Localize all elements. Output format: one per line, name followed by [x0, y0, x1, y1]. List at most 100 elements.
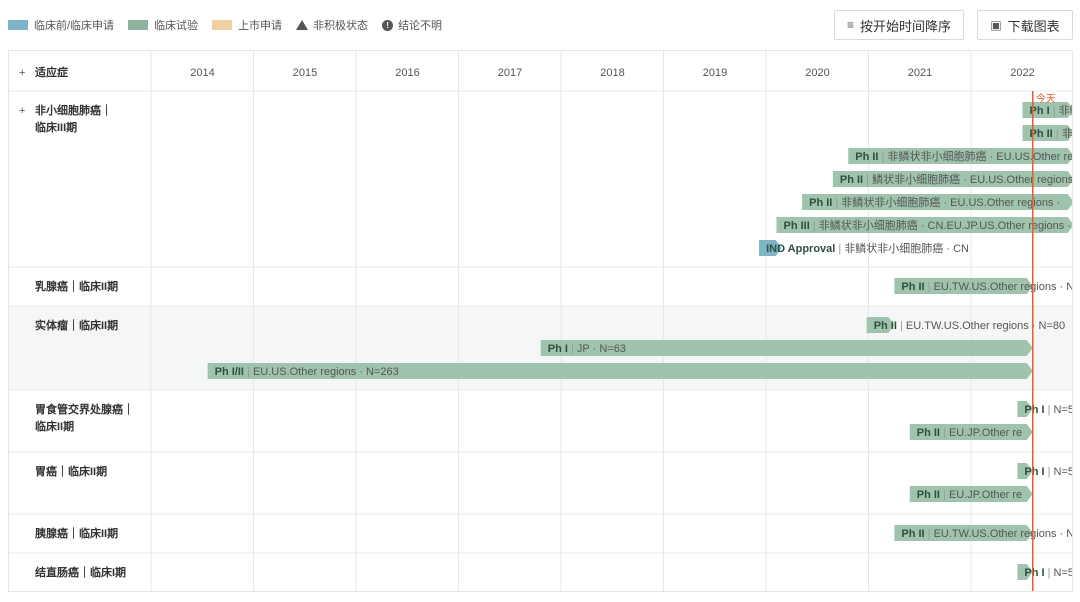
- row-indication-label: 乳腺癌｜临床II期: [35, 279, 118, 293]
- bar-separator: |: [1053, 128, 1062, 140]
- bar-label: Ph II | 非鳞状非小细胞肺癌 · EU.US.Other re: [855, 149, 1073, 163]
- bar-detail: EU.US.Other regions · N=263: [253, 366, 399, 378]
- year-tick-label: 2020: [805, 67, 829, 79]
- year-tick-label: 2015: [293, 67, 317, 79]
- bar-detail: N=5: [1054, 466, 1073, 478]
- bar-detail: EU.TW.US.Other regions · N=80: [906, 320, 1065, 332]
- download-chart-button[interactable]: ▣ 下载图表: [977, 10, 1073, 40]
- bar-separator: |: [863, 174, 872, 186]
- bar-detail: EU.JP.Other re: [949, 489, 1022, 501]
- gantt-chart-container[interactable]: + 适应症 2014 2015 2016 2017 2018 2019 2020 2021 2022…: [8, 50, 1073, 592]
- bar-separator: |: [940, 427, 949, 439]
- bar-detail: 鳞状非小细胞肺癌 · EU.US.Other regions: [872, 172, 1073, 186]
- bar-phase: Ph II: [917, 489, 940, 501]
- bar-label: Ph II | EU.TW.US.Other regions · N: [901, 528, 1073, 540]
- bar-detail: 非鳞状非小细胞肺癌 · EU.US.Other re: [887, 149, 1073, 163]
- bar-phase: Ph II: [874, 320, 897, 332]
- bar-phase: Ph III: [784, 220, 810, 232]
- bar-label: Ph I | N=5: [1024, 404, 1073, 416]
- bar-phase: Ph II: [901, 528, 924, 540]
- header-expand-icon: +: [19, 67, 25, 79]
- bar-separator: |: [897, 320, 906, 332]
- bar-separator: |: [925, 528, 934, 540]
- bar-separator: |: [1045, 404, 1054, 416]
- year-tick-label: 2019: [703, 67, 727, 79]
- bar-detail: 非鳞状非小细胞肺癌 · CN: [844, 241, 969, 255]
- year-tick-label: 2017: [498, 67, 522, 79]
- row-expand-icon: +: [19, 105, 25, 117]
- bar-label: Ph II | EU.JP.Other re: [917, 427, 1022, 439]
- gantt-chart: + 适应症 2014 2015 2016 2017 2018 2019 2020 2021 2022…: [9, 51, 1074, 591]
- bar-phase: IND Approval: [766, 243, 835, 255]
- chart-image-icon: ▣: [990, 18, 1002, 32]
- bar-label: Ph II | 鳞状非小细胞肺癌 · EU.US.Other regions: [840, 172, 1073, 186]
- bar-separator: |: [1050, 105, 1059, 117]
- year-tick-label: 2018: [600, 67, 624, 79]
- legend-swatch: [128, 20, 149, 30]
- legend-item: 上市申请: [212, 17, 282, 33]
- row-indication-label: 实体瘤｜临床II期: [35, 318, 118, 332]
- bar-phase: Ph II: [809, 197, 832, 209]
- sort-by-start-time-button[interactable]: ≡ 按开始时间降序: [834, 10, 964, 40]
- year-tick-label: 2016: [395, 67, 419, 79]
- chart-legend: 临床前/临床申请 临床试验 上市申请 非积极状态! 结论不明: [8, 17, 456, 33]
- today-label: 今天: [1036, 92, 1056, 105]
- bar-label: Ph I | JP · N=63: [548, 343, 626, 355]
- bar-phase: Ph I: [1024, 404, 1044, 416]
- row-indication-label: 结直肠癌｜临床I期: [34, 565, 126, 579]
- bar-detail: EU.TW.US.Other regions · N: [934, 528, 1073, 540]
- bar-phase: Ph I: [1024, 567, 1044, 579]
- bar-detail: 非鳞: [1059, 103, 1073, 117]
- legend-item: 临床试验: [128, 17, 198, 33]
- sort-list-icon: ≡: [846, 18, 854, 32]
- bar-label: Ph III | 非鳞状非小细胞肺癌 · CN.EU.JP.US.Other r…: [784, 218, 1072, 232]
- bar-phase: Ph II: [840, 174, 863, 186]
- sort-button-label: 按开始时间降序: [860, 18, 952, 34]
- bar-separator: |: [925, 281, 934, 293]
- legend-item: 临床前/临床申请: [8, 17, 114, 33]
- legend-label: 结论不明: [398, 20, 443, 32]
- legend-label: 临床前/临床申请: [34, 20, 115, 32]
- bar-label: IND Approval | 非鳞状非小细胞肺癌 · CN: [766, 241, 969, 255]
- bar-detail: 非鳞: [1062, 126, 1073, 140]
- header-indication-label: 适应症: [35, 65, 68, 79]
- bar-label: Ph II | EU.JP.Other re: [917, 489, 1022, 501]
- bar-detail: 非鳞状非小细胞肺癌 · EU.US.Other regions ·: [841, 195, 1060, 209]
- download-button-label: 下载图表: [1007, 18, 1060, 34]
- triangle-icon: [296, 20, 309, 30]
- year-tick-label: 2014: [190, 67, 214, 79]
- bar-detail: N=5: [1054, 567, 1073, 579]
- year-tick-label: 2022: [1010, 67, 1034, 79]
- bar-label: Ph I | 非鳞: [1030, 103, 1074, 117]
- bar-phase: Ph II: [901, 281, 924, 293]
- bar-separator: |: [244, 366, 253, 378]
- row-indication-label: 非小细胞肺癌｜临床III期: [35, 103, 112, 134]
- bar-label: Ph II | EU.TW.US.Other regions · N: [901, 281, 1073, 293]
- legend-item: ! 结论不明: [382, 17, 442, 33]
- bar-detail: EU.JP.Other re: [949, 427, 1022, 439]
- bar-label: Ph II | 非鳞: [1030, 126, 1074, 140]
- bar-separator: |: [835, 243, 844, 255]
- bar-separator: |: [1045, 466, 1054, 478]
- bar-separator: |: [832, 197, 841, 209]
- bar-label: Ph II | 非鳞状非小细胞肺癌 · EU.US.Other regions …: [809, 195, 1060, 209]
- bar-label: Ph I | N=5: [1024, 466, 1073, 478]
- exclamation-icon: !: [382, 19, 394, 31]
- legend-label: 非积极状态: [313, 20, 369, 32]
- row-indication-label: 胃食管交界处腺癌｜临床II期: [35, 402, 134, 433]
- year-tick-label: 2021: [908, 67, 932, 79]
- bar-detail: N=5: [1054, 404, 1073, 416]
- row-indication-label: 胃癌｜临床II期: [35, 464, 107, 478]
- bar-detail: EU.TW.US.Other regions · N: [934, 281, 1073, 293]
- bar-phase: Ph I: [1024, 466, 1044, 478]
- bar-phase: Ph II: [855, 151, 878, 163]
- legend-label: 上市申请: [238, 20, 283, 32]
- bar-separator: |: [568, 343, 577, 355]
- bar-label: Ph II | EU.TW.US.Other regions · N=80: [874, 320, 1065, 332]
- legend-swatch: [212, 20, 233, 30]
- bar-separator: |: [940, 489, 949, 501]
- toolbar: 临床前/临床申请 临床试验 上市申请 非积极状态! 结论不明 ≡ 按开始时间降序 ▣ 下…: [0, 0, 1080, 50]
- bar-phase: Ph I: [548, 343, 568, 355]
- bar-separator: |: [810, 220, 819, 232]
- bar-phase: Ph II: [917, 427, 940, 439]
